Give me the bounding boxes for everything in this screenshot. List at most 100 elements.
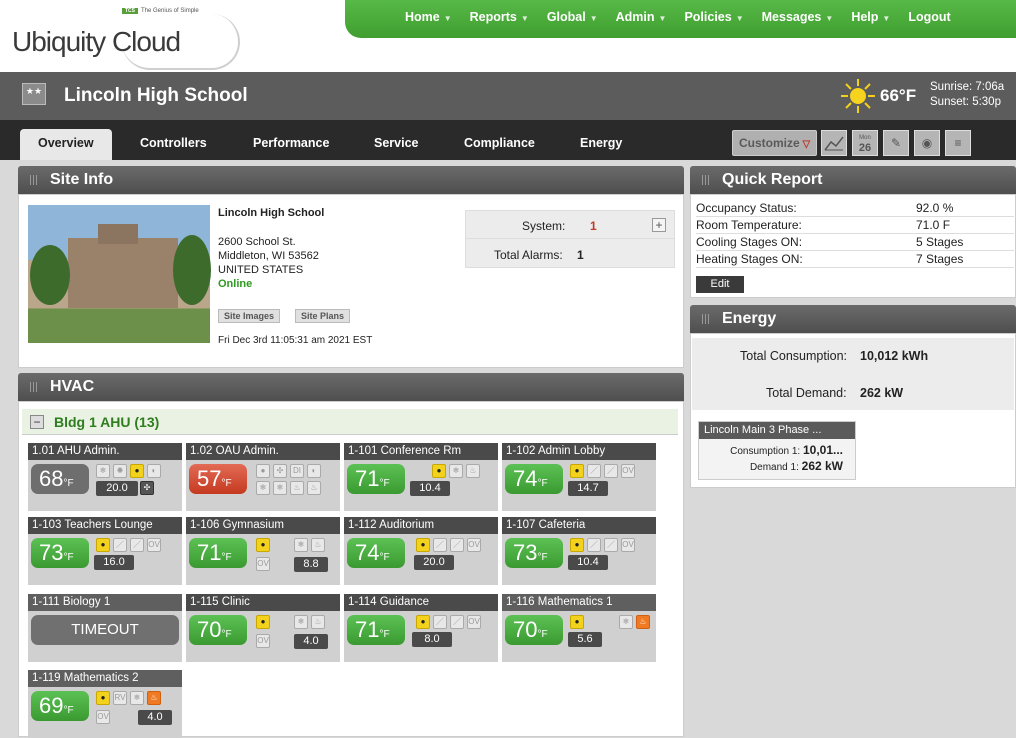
site-info-header[interactable]: Site Info bbox=[18, 166, 684, 194]
hvac-unit-tile[interactable]: 1-111 Biology 1 TIMEOUT bbox=[28, 594, 182, 662]
total-consumption-label: Total Consumption: bbox=[740, 349, 848, 363]
building-title: Bldg 1 AHU (13) bbox=[54, 414, 160, 430]
tab-controllers[interactable]: Controllers bbox=[140, 129, 207, 160]
hvac-unit-tile[interactable]: 1-115 Clinic 70°F ● ❄ ♨ OV 4.0 bbox=[186, 594, 340, 662]
unit-name: 1-101 Conference Rm bbox=[344, 443, 498, 460]
broadcast-icon[interactable]: ◉ bbox=[914, 130, 940, 156]
site-photo[interactable] bbox=[28, 205, 211, 343]
hvac-unit-tile[interactable]: 1.02 OAU Admin. 57°F ● ✣ DI ◐ ❄ ❄ ♨ ♨ bbox=[186, 443, 340, 511]
nav-messages[interactable]: Messages ▼ bbox=[762, 10, 834, 24]
occupied-icon: ● bbox=[570, 538, 584, 552]
unit-temperature: 71°F bbox=[189, 538, 247, 568]
hvac-unit-tile[interactable]: 1-107 Cafeteria 73°F ● ／ ／ OV 10.4 bbox=[502, 517, 656, 585]
edit-notes-icon[interactable]: ✎ bbox=[883, 130, 909, 156]
hvac-unit-tile[interactable]: 1-101 Conference Rm 71°F ● ❄ ♨ 10.4 bbox=[344, 443, 498, 511]
nav-global[interactable]: Global ▼ bbox=[547, 10, 598, 24]
unit-temperature: 73°F bbox=[505, 538, 563, 568]
total-consumption-value: 10,012 kWh bbox=[860, 349, 929, 363]
cooling-icon: ❄ bbox=[294, 615, 308, 629]
slash-icon: ／ bbox=[604, 538, 618, 552]
edit-button[interactable]: Edit bbox=[696, 276, 744, 293]
nav-logout[interactable]: Logout bbox=[908, 10, 950, 24]
customize-button[interactable]: Customize ▽ bbox=[732, 130, 817, 156]
nav-home[interactable]: Home ▼ bbox=[405, 10, 452, 24]
building-group-header[interactable]: − Bldg 1 AHU (13) bbox=[22, 409, 678, 435]
fan-icon: ✺ bbox=[113, 464, 127, 478]
nav-admin[interactable]: Admin ▼ bbox=[616, 10, 667, 24]
unit-name: 1-106 Gymnasium bbox=[186, 517, 340, 534]
heating-icon: ♨ bbox=[311, 538, 325, 552]
drag-grip-icon[interactable] bbox=[30, 175, 38, 185]
hvac-unit-tile[interactable]: 1.01 AHU Admin. 68°F ❄ ✺ ● ◐ 20.0 ✣ bbox=[28, 443, 182, 511]
hvac-unit-tile[interactable]: 1-116 Mathematics 1 70°F ● ❄ ♨ 5.6 bbox=[502, 594, 656, 662]
heating-flame-icon: ♨ bbox=[636, 615, 650, 629]
heating-flame-icon: ♨ bbox=[147, 691, 161, 705]
qr-room-temp: Room Temperature: 71.0 F bbox=[696, 218, 1014, 234]
site-country: UNITED STATES bbox=[218, 264, 304, 276]
site-name: Lincoln High School bbox=[64, 85, 248, 106]
qr-heating: Heating Stages ON: 7 Stages bbox=[696, 252, 1014, 268]
tree bbox=[30, 245, 70, 305]
hvac-unit-tile[interactable]: 1-106 Gymnasium 71°F ● ❄ ♨ OV 8.8 bbox=[186, 517, 340, 585]
chevron-down-icon: ▼ bbox=[882, 14, 891, 23]
unit-setpoint: 4.0 bbox=[138, 710, 172, 725]
meter-title: Lincoln Main 3 Phase ... bbox=[699, 422, 855, 439]
rv-icon: RV bbox=[113, 691, 127, 705]
energy-header[interactable]: Energy bbox=[690, 305, 1016, 333]
system-summary: System: 1 + Total Alarms: 1 bbox=[465, 210, 675, 268]
hvac-unit-tile[interactable]: 1-103 Teachers Lounge 73°F ● ／ ／ OV 16.0 bbox=[28, 517, 182, 585]
cooling-icon: ❄ bbox=[96, 464, 110, 478]
quick-report-header[interactable]: Quick Report bbox=[690, 166, 1016, 194]
unit-setpoint: 20.0 bbox=[414, 555, 454, 570]
occupied-icon: ● bbox=[256, 615, 270, 629]
site-plans-button[interactable]: Site Plans bbox=[295, 309, 351, 323]
calendar-icon[interactable]: Mon 26 bbox=[852, 130, 878, 156]
occupied-icon: ● bbox=[432, 464, 446, 478]
energy-meter-card[interactable]: Lincoln Main 3 Phase ... Consumption 1: … bbox=[698, 421, 856, 480]
tab-compliance[interactable]: Compliance bbox=[464, 129, 535, 160]
chevron-down-icon: ▼ bbox=[735, 14, 744, 23]
tab-service[interactable]: Service bbox=[374, 129, 418, 160]
drag-grip-icon[interactable] bbox=[30, 382, 38, 392]
unit-setpoint: 4.0 bbox=[294, 634, 328, 649]
drag-grip-icon[interactable] bbox=[702, 175, 710, 185]
tab-energy[interactable]: Energy bbox=[580, 129, 622, 160]
hvac-header[interactable]: HVAC bbox=[18, 373, 684, 401]
unit-setpoint: 8.0 bbox=[412, 632, 452, 647]
calendar-day: 26 bbox=[858, 142, 872, 154]
hvac-unit-tile[interactable]: 1-119 Mathematics 2 69°F ● RV ❄ ♨ OV 4.0 bbox=[28, 670, 182, 738]
site-status: Online bbox=[218, 278, 253, 290]
tab-overview[interactable]: Overview bbox=[20, 129, 112, 160]
expand-plus-icon[interactable]: + bbox=[652, 218, 666, 232]
tab-performance[interactable]: Performance bbox=[253, 129, 329, 160]
unit-temperature: 57°F bbox=[189, 464, 247, 494]
hvac-unit-tile[interactable]: 1-112 Auditorium 74°F ● ／ ／ OV 20.0 bbox=[344, 517, 498, 585]
unit-name: 1.02 OAU Admin. bbox=[186, 443, 340, 460]
unit-temperature: 71°F bbox=[347, 615, 405, 645]
cooling-icon: ❄ bbox=[449, 464, 463, 478]
site-images-button[interactable]: Site Images bbox=[218, 309, 281, 323]
hvac-unit-tile[interactable]: 1-114 Guidance 71°F ● ／ ／ OV 8.0 bbox=[344, 594, 498, 662]
unit-setpoint: 5.6 bbox=[568, 632, 602, 647]
nav-help[interactable]: Help ▼ bbox=[851, 10, 890, 24]
unit-name: 1-111 Biology 1 bbox=[28, 594, 182, 611]
drag-grip-icon[interactable] bbox=[702, 314, 710, 324]
cooling-icon: ❄ bbox=[256, 481, 270, 495]
nav-policies[interactable]: Policies ▼ bbox=[684, 10, 743, 24]
di-icon: DI bbox=[290, 464, 304, 478]
chart-icon[interactable] bbox=[821, 130, 847, 156]
meter-demand: Demand 1: 262 kW bbox=[749, 459, 843, 473]
heating-icon: ♨ bbox=[307, 481, 321, 495]
collapse-minus-icon[interactable]: − bbox=[30, 415, 44, 429]
list-icon[interactable]: ≡ bbox=[945, 130, 971, 156]
nav-reports[interactable]: Reports ▼ bbox=[470, 10, 529, 24]
unit-temperature: 73°F bbox=[31, 538, 89, 568]
tree bbox=[173, 235, 211, 305]
meter-consumption: Consumption 1: 10,01... bbox=[730, 443, 843, 457]
ubiquity-cloud-logo[interactable]: TCS The Genius of Simple Ubiquity Cloud bbox=[10, 4, 240, 70]
slash-icon: ／ bbox=[113, 538, 127, 552]
alarms-count[interactable]: 1 bbox=[577, 248, 584, 262]
hvac-unit-tile[interactable]: 1-102 Admin Lobby 74°F ● ／ ／ OV 14.7 bbox=[502, 443, 656, 511]
cooling-icon: ❄ bbox=[294, 538, 308, 552]
system-count[interactable]: 1 bbox=[590, 219, 597, 233]
